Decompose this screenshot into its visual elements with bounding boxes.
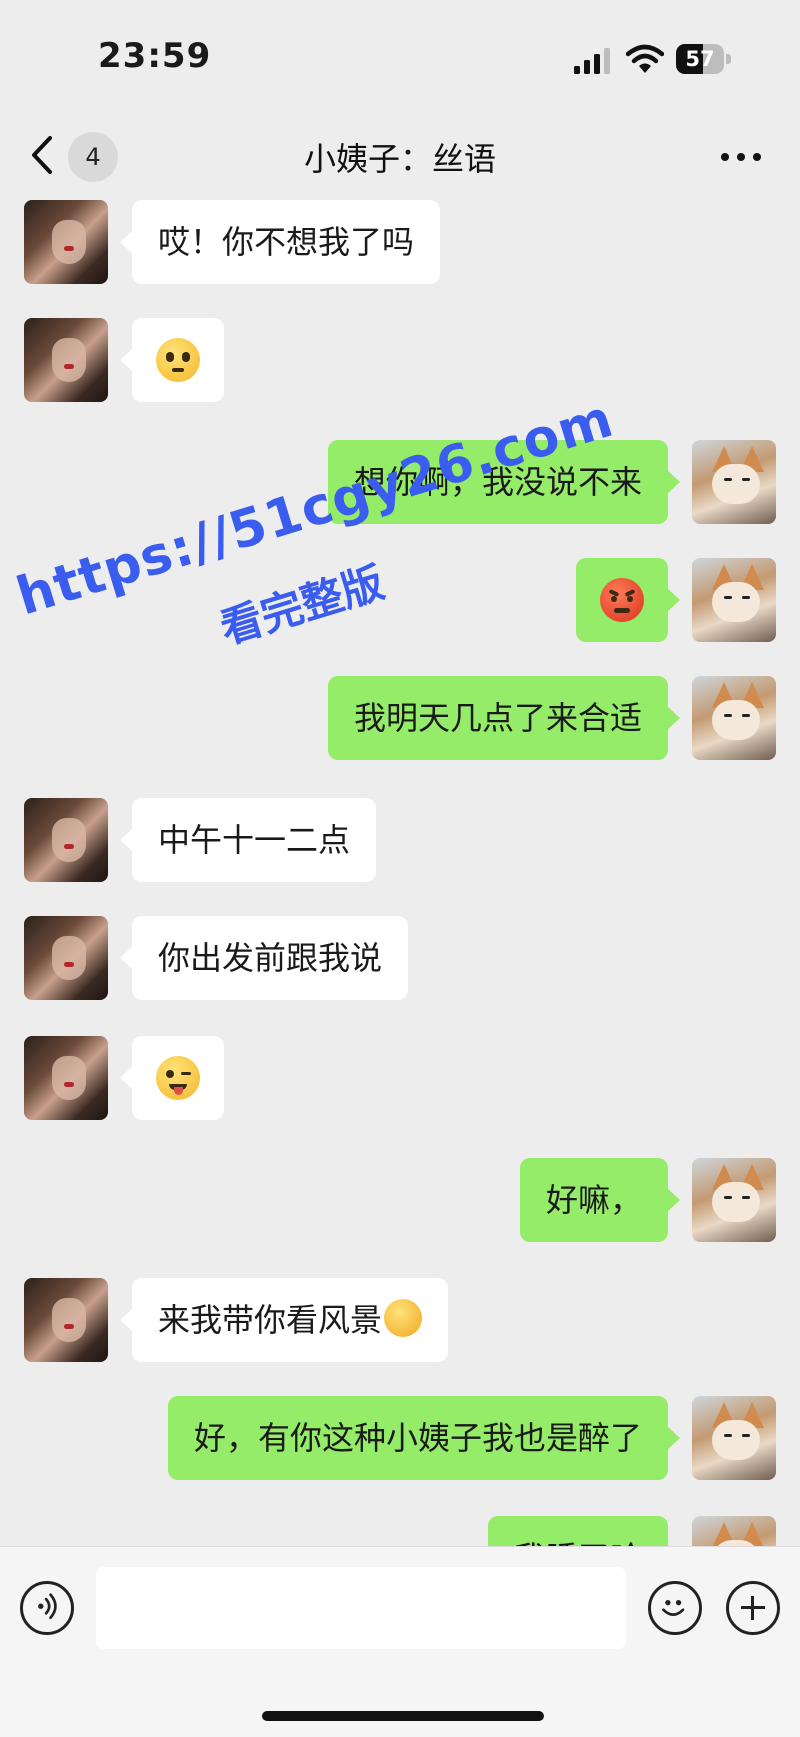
outgoing-message[interactable]: 好嘛， (519, 1158, 681, 1242)
incoming-message[interactable]: 你出发前跟我说 (119, 916, 409, 1000)
status-bar: 23:59 57 (0, 0, 800, 116)
outgoing-message[interactable]: 想你啊，我没说不来 (327, 440, 681, 524)
outgoing-message[interactable] (576, 558, 680, 642)
my-avatar[interactable] (692, 676, 776, 760)
incoming-message[interactable]: 来我带你看风景 (119, 1278, 449, 1362)
angry-face-emoji (600, 578, 644, 622)
contact-avatar[interactable] (24, 318, 108, 402)
my-avatar[interactable] (692, 558, 776, 642)
more-dots-icon[interactable] (716, 140, 766, 174)
message-list[interactable]: 哎！你不想我了吗 想你啊，我没说不来 我明天几点了来合适 中午十一二点 你出发前… (0, 200, 800, 1546)
wifi-icon (626, 44, 664, 73)
contact-avatar[interactable] (24, 916, 108, 1000)
chevron-left-icon[interactable] (28, 134, 56, 176)
smile-icon[interactable] (648, 1581, 702, 1635)
incoming-message[interactable]: 哎！你不想我了吗 (119, 200, 441, 284)
voice-icon[interactable] (20, 1581, 74, 1635)
signal-icon (574, 48, 610, 74)
outgoing-message[interactable]: 我明天几点了来合适 (327, 676, 681, 760)
contact-avatar[interactable] (24, 1278, 108, 1362)
my-avatar[interactable] (692, 1396, 776, 1480)
contact-avatar[interactable] (24, 798, 108, 882)
outgoing-message[interactable]: 我睡了哈 (487, 1516, 668, 1546)
chat-title: 小姨子：丝语 (303, 140, 496, 178)
my-avatar[interactable] (692, 1516, 776, 1546)
contact-avatar[interactable] (24, 1036, 108, 1120)
chat-header: 4 小姨子：丝语 (0, 116, 800, 200)
unread-count-badge[interactable]: 4 (68, 132, 118, 182)
home-indicator (262, 1711, 544, 1721)
incoming-message[interactable] (120, 1036, 224, 1120)
hugging-face-emoji (384, 1299, 423, 1337)
battery-icon: 57 (676, 44, 732, 74)
clock: 23:59 (98, 36, 212, 76)
my-avatar[interactable] (692, 440, 776, 524)
incoming-message[interactable]: 中午十一二点 (119, 798, 377, 882)
winking-tongue-emoji (156, 1056, 200, 1100)
pleading-face-emoji (156, 338, 200, 382)
plus-icon[interactable] (726, 1581, 780, 1635)
my-avatar[interactable] (692, 1158, 776, 1242)
message-text: 来我带你看风景 (158, 1301, 383, 1339)
message-input[interactable] (96, 1567, 626, 1649)
input-bar (0, 1546, 800, 1737)
incoming-message[interactable] (120, 318, 224, 402)
outgoing-message[interactable]: 好，有你这种小姨子我也是醉了 (167, 1396, 681, 1480)
contact-avatar[interactable] (24, 200, 108, 284)
battery-percent: 57 (685, 47, 715, 71)
